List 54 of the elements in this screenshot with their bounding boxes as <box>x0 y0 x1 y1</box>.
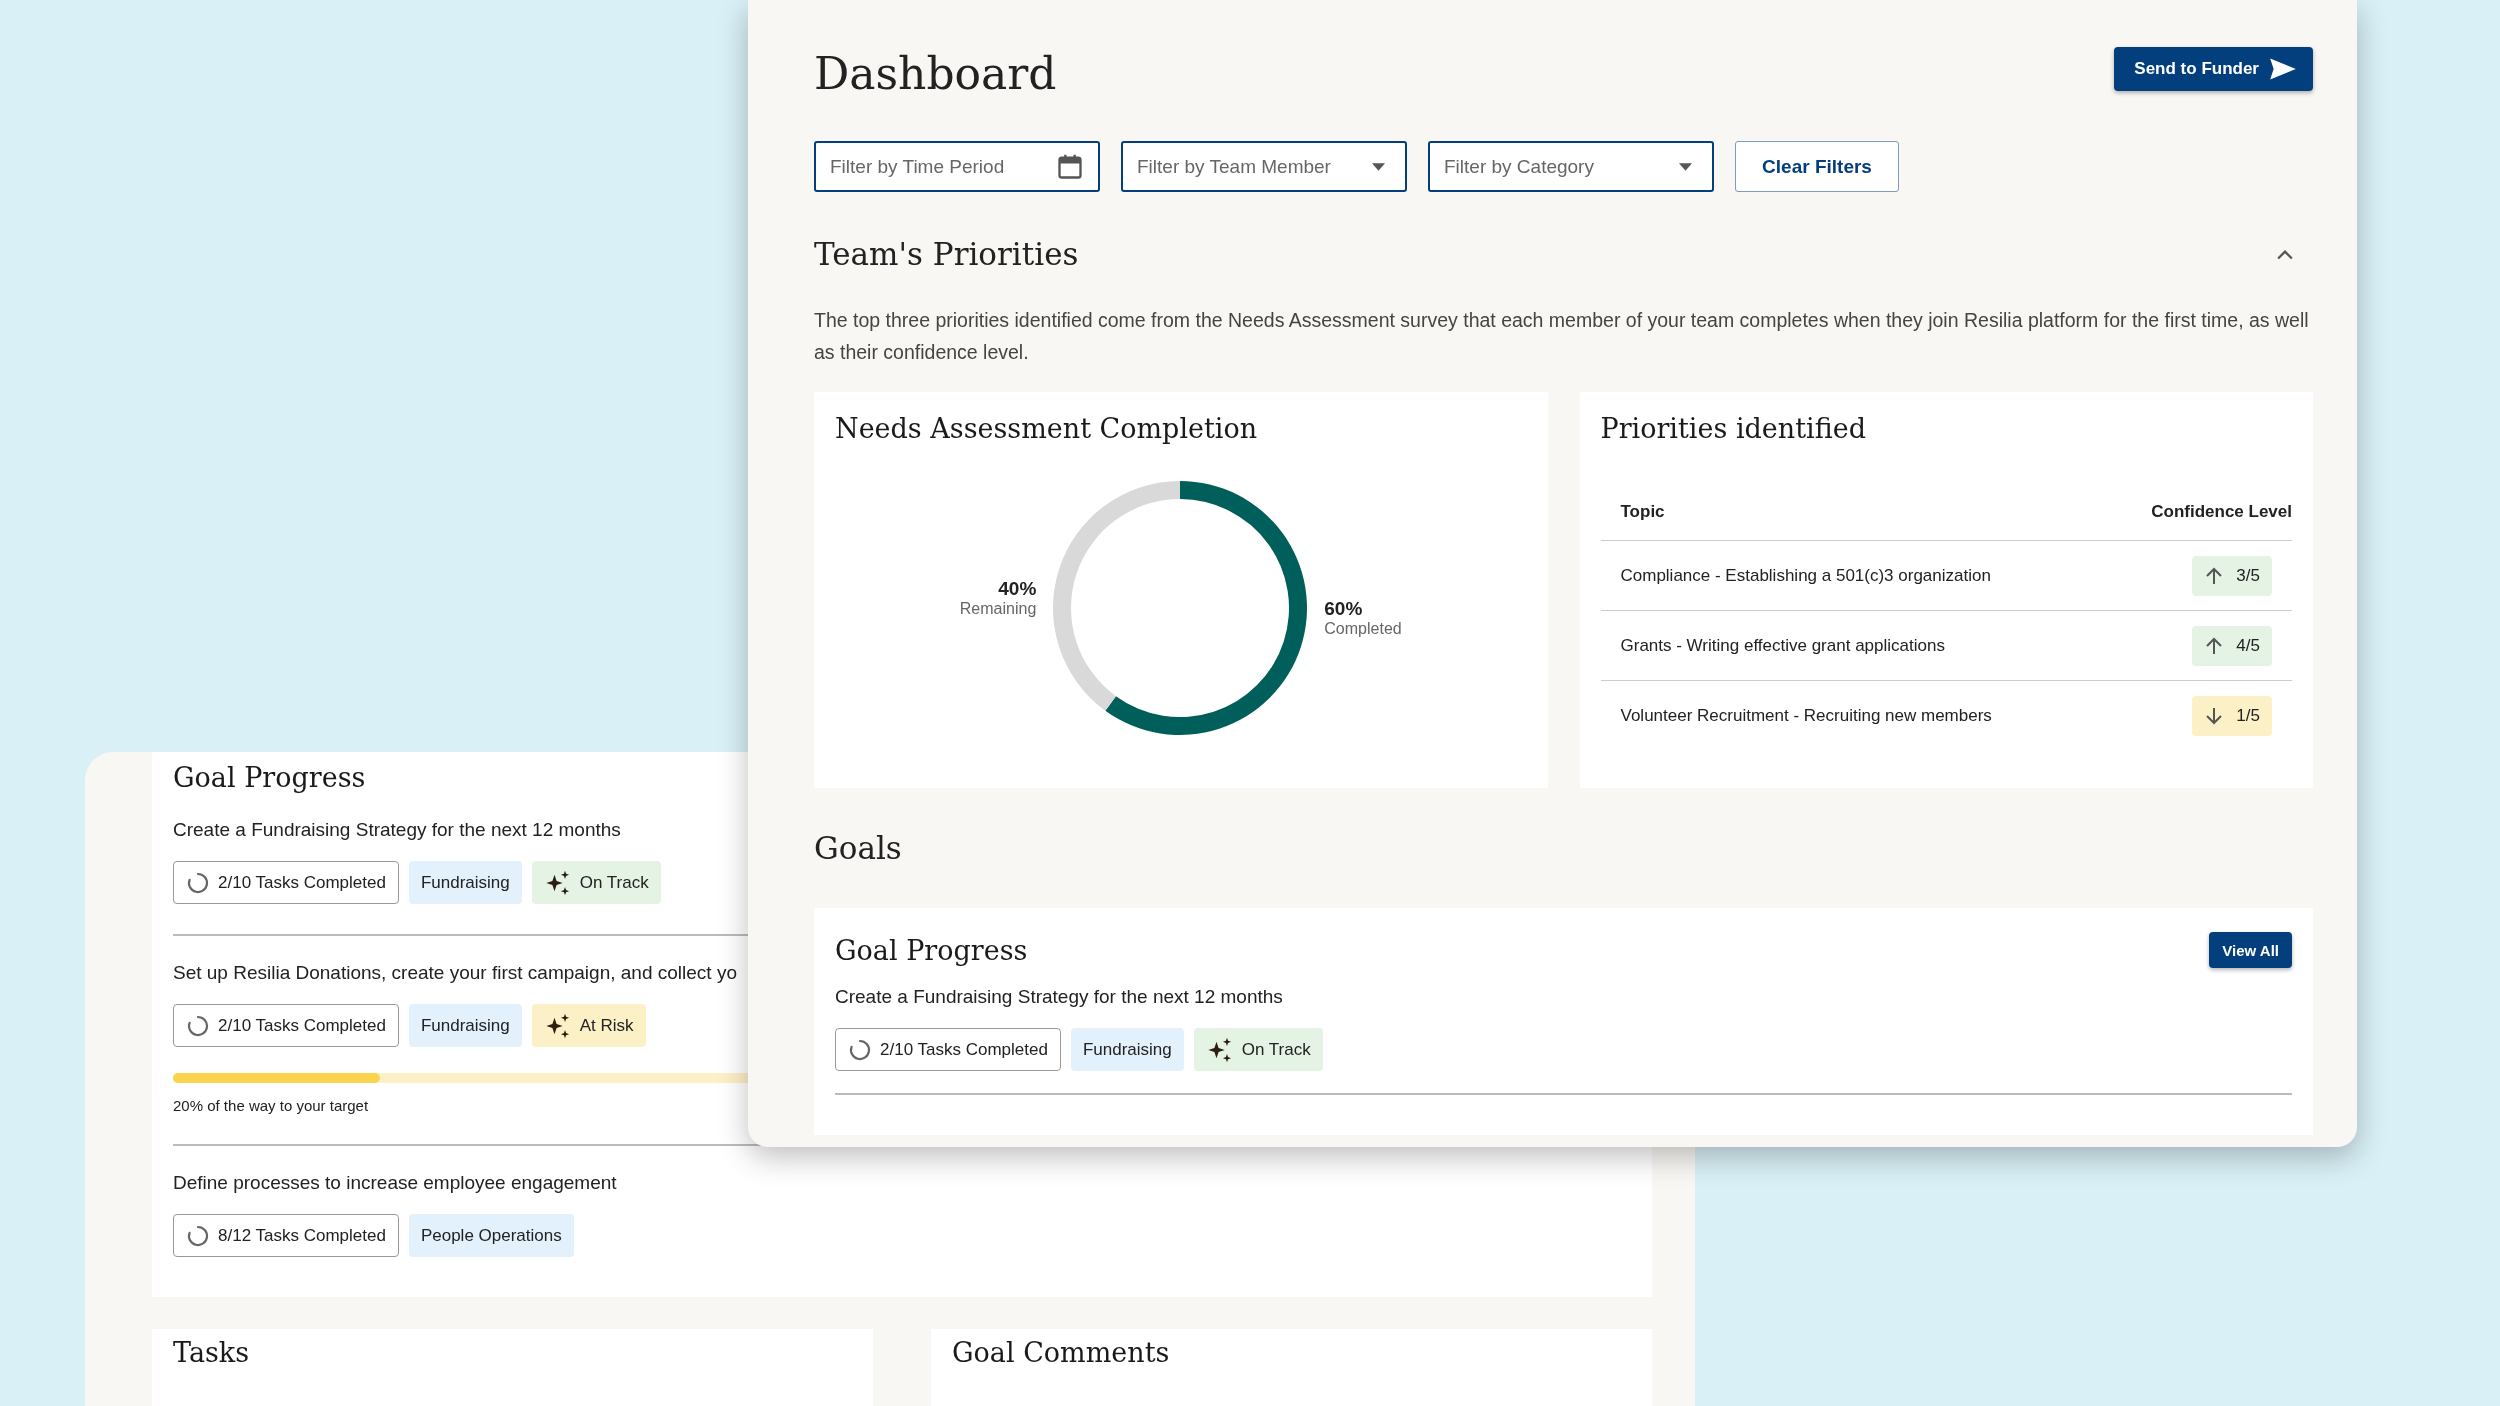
category-tag: Fundraising <box>408 861 522 904</box>
progress-ring-icon <box>186 1013 210 1038</box>
progress-caption: 20% of the way to your target <box>173 1097 370 1114</box>
page-title: Dashboard <box>814 48 1057 99</box>
legend-label: Remaining <box>959 600 1037 618</box>
tasks-count: 2/10 Tasks Completed <box>218 1015 386 1036</box>
card-title: Goal Progress <box>173 762 367 793</box>
chevron-icon[interactable] <box>2277 248 2293 260</box>
progress-ring-icon <box>848 1037 872 1062</box>
legend-label: Completed <box>1324 620 1402 638</box>
send-icon <box>2269 56 2297 81</box>
section-title: Team's Priorities <box>814 236 1079 272</box>
card-title: Goal Progress <box>835 934 1028 966</box>
goal-title: Define processes to increase employee engagement <box>173 1172 618 1194</box>
column-header: Topic <box>1620 502 1665 522</box>
date-field[interactable]: Filter by Time Period <box>814 141 1100 192</box>
table-cell: Compliance - Establishing a 501(c)3 organization <box>1620 565 1991 586</box>
confidence-tag: 4/5 <box>2192 625 2272 666</box>
goal-title: Set up Resilia Donations, create your first campaign, and collect yo <box>173 962 738 984</box>
percent-label: 60% <box>1324 598 1364 620</box>
clear-filters-button[interactable]: Clear Filters <box>1735 141 1899 192</box>
arrow-down-icon <box>2204 705 2225 726</box>
card-title: Tasks <box>173 1337 251 1368</box>
dropdown-field[interactable]: Filter by Category <box>1428 141 1714 192</box>
goal-title: Create a Fundraising Strategy for the next 12 months <box>173 819 622 841</box>
table-cell: Volunteer Recruitment - Recruiting new members <box>1620 705 1992 726</box>
status-label: On Track <box>1241 1039 1311 1060</box>
column-header: Confidence Level <box>2151 502 2292 522</box>
category-tag: People Operations <box>408 1214 574 1257</box>
card-title: Priorities identified <box>1600 413 1867 444</box>
card-title: Needs Assessment Completion <box>835 413 1259 444</box>
dropdown-field[interactable]: Filter by Team Member <box>1121 141 1407 192</box>
card-title: Goal Comments <box>952 1337 1171 1368</box>
tasks-count: 2/10 Tasks Completed <box>218 872 386 893</box>
view-all-button[interactable]: View All <box>2209 932 2292 968</box>
category-tag: Fundraising <box>408 1004 522 1047</box>
progress-ring-icon <box>186 870 210 895</box>
confidence-tag: 1/5 <box>2192 695 2272 736</box>
table-cell: Grants - Writing effective grant applications <box>1620 635 1945 656</box>
calendar-icon <box>1056 152 1084 181</box>
caret-icon <box>1679 162 1692 171</box>
confidence-tag: 3/5 <box>2192 555 2272 596</box>
tasks-count: 8/12 Tasks Completed <box>218 1225 386 1246</box>
progress-ring-icon <box>186 1223 210 1248</box>
send-button[interactable]: Send to Funder <box>2114 46 2313 91</box>
status-label: On Track <box>579 872 649 893</box>
category-tag: Fundraising <box>1070 1028 1184 1071</box>
description-text: The top three priorities identified come from the Needs Assessment survey that each member of your team completes when they join Resilia platform for the first time, as well as their confidence level. <box>814 308 2310 365</box>
goal-title: Create a Fundraising Strategy for the next 12 months <box>835 986 1284 1008</box>
section-title: Goals <box>814 830 903 866</box>
tasks-count: 2/10 Tasks Completed <box>880 1039 1048 1060</box>
status-label: At Risk <box>579 1015 634 1036</box>
percent-label: 40% <box>997 578 1037 600</box>
caret-icon <box>1372 162 1385 171</box>
